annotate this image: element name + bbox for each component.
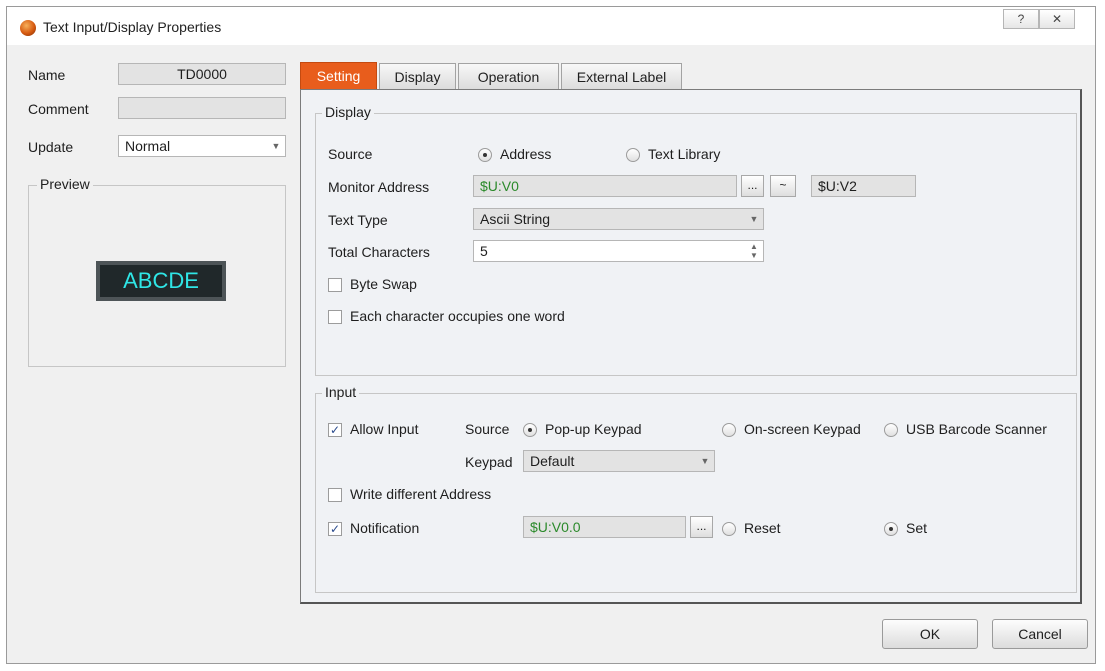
usb-barcode-radio[interactable] bbox=[884, 423, 898, 437]
tab-setting[interactable]: Setting bbox=[300, 62, 377, 90]
keypad-dropdown[interactable]: Default ▼ bbox=[523, 450, 715, 472]
source-address-radio[interactable] bbox=[478, 148, 492, 162]
text-type-value: Ascii String bbox=[480, 211, 551, 227]
usb-barcode-label: USB Barcode Scanner bbox=[906, 421, 1047, 437]
monitor-address-label: Monitor Address bbox=[328, 179, 430, 195]
set-label: Set bbox=[906, 520, 928, 536]
update-value: Normal bbox=[125, 138, 171, 154]
update-dropdown[interactable]: Normal ▼ bbox=[118, 135, 286, 157]
byte-swap-label: Byte Swap bbox=[350, 276, 417, 292]
tab-external-label[interactable]: External Label bbox=[561, 63, 682, 89]
input-group-label: Input bbox=[322, 384, 360, 400]
spinner-icon[interactable]: ▲ ▼ bbox=[745, 242, 763, 262]
allow-input-label: Allow Input bbox=[350, 421, 419, 437]
preview-display: ABCDE bbox=[96, 261, 226, 301]
write-different-address-label: Write different Address bbox=[350, 486, 492, 502]
range-button[interactable]: ~ bbox=[770, 175, 796, 197]
ok-button[interactable]: OK bbox=[882, 619, 978, 649]
source-text-library-radio[interactable] bbox=[626, 148, 640, 162]
total-characters-label: Total Characters bbox=[328, 244, 430, 260]
name-field[interactable]: TD0000 bbox=[118, 63, 286, 85]
chevron-down-icon: ▼ bbox=[700, 456, 710, 466]
source-label: Source bbox=[328, 146, 373, 162]
onscreen-keypad-radio[interactable] bbox=[722, 423, 736, 437]
keypad-label: Keypad bbox=[465, 454, 513, 470]
preview-label: Preview bbox=[37, 176, 93, 192]
tab-operation[interactable]: Operation bbox=[458, 63, 559, 89]
notification-label: Notification bbox=[350, 520, 420, 536]
keypad-value: Default bbox=[530, 453, 575, 469]
each-char-one-word-label: Each character occupies one word bbox=[350, 308, 565, 324]
input-source-label: Source bbox=[465, 421, 510, 437]
popup-keypad-radio[interactable] bbox=[523, 423, 537, 437]
setting-panel: Display Source Address Text Library Moni… bbox=[300, 89, 1082, 604]
cancel-button[interactable]: Cancel bbox=[992, 619, 1088, 649]
total-characters-value: 5 bbox=[480, 243, 488, 259]
display-group-label: Display bbox=[322, 104, 374, 120]
total-characters-stepper[interactable]: 5 ▲ ▼ bbox=[473, 240, 764, 262]
notification-checkbox[interactable]: ✓ bbox=[328, 522, 342, 536]
window-title: Text Input/Display Properties bbox=[43, 19, 222, 35]
name-label: Name bbox=[28, 67, 66, 83]
update-label: Update bbox=[28, 139, 74, 155]
tab-display[interactable]: Display bbox=[379, 63, 456, 89]
text-type-dropdown[interactable]: Ascii String ▼ bbox=[473, 208, 764, 230]
allow-input-checkbox[interactable]: ✓ bbox=[328, 423, 342, 437]
notification-address-field[interactable]: $U:V0.0 bbox=[523, 516, 686, 538]
title-bar: Text Input/Display Properties ? ✕ bbox=[7, 7, 1095, 45]
onscreen-keypad-label: On-screen Keypad bbox=[744, 421, 861, 437]
text-type-label: Text Type bbox=[328, 212, 388, 228]
properties-dialog: Text Input/Display Properties ? ✕ Name T… bbox=[6, 6, 1096, 664]
monitor-address-field[interactable]: $U:V0 bbox=[473, 175, 737, 197]
chevron-down-icon: ▼ bbox=[749, 214, 759, 224]
monitor-address-browse-button[interactable]: ... bbox=[741, 175, 764, 197]
reset-label: Reset bbox=[744, 520, 781, 536]
monitor-address-end-field: $U:V2 bbox=[811, 175, 916, 197]
byte-swap-checkbox[interactable] bbox=[328, 278, 342, 292]
help-button[interactable]: ? bbox=[1003, 9, 1039, 29]
popup-keypad-label: Pop-up Keypad bbox=[545, 421, 642, 437]
source-text-library-label: Text Library bbox=[648, 146, 721, 162]
app-icon bbox=[20, 20, 36, 36]
reset-radio[interactable] bbox=[722, 522, 736, 536]
write-different-address-checkbox[interactable] bbox=[328, 488, 342, 502]
source-address-label: Address bbox=[500, 146, 552, 162]
notification-browse-button[interactable]: ... bbox=[690, 516, 713, 538]
comment-field[interactable] bbox=[118, 97, 286, 119]
comment-label: Comment bbox=[28, 101, 89, 117]
each-char-one-word-checkbox[interactable] bbox=[328, 310, 342, 324]
close-button[interactable]: ✕ bbox=[1039, 9, 1075, 29]
chevron-down-icon: ▼ bbox=[271, 141, 281, 151]
set-radio[interactable] bbox=[884, 522, 898, 536]
